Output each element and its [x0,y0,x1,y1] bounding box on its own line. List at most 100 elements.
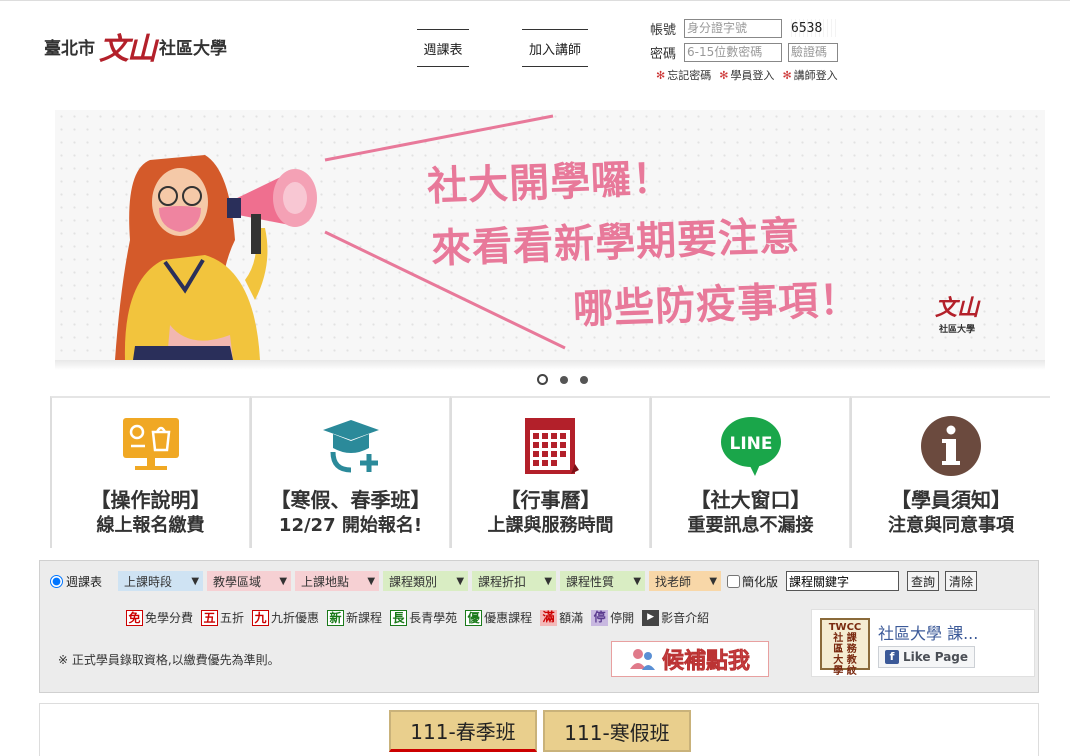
chevron-down-icon: ▼ [279,575,288,587]
legend-cancelled: 停停開 [591,609,634,626]
free-badge-icon: 免 [126,609,143,626]
tile-registration-title: 【寒假、春季班】 [270,488,431,512]
tile-line-subtitle: 重要訊息不漏接 [687,515,814,536]
senior-badge-icon: 長 [390,609,408,626]
select-course-discount[interactable]: 課程折扣 ▼ [472,571,557,591]
film-icon: ▶ [642,609,660,626]
student-login-link[interactable]: ✻ 學員登入 [719,67,774,83]
tile-notice-title: 【學員須知】 [891,488,1011,512]
banner-watermark-text: 社區大學 [939,325,976,335]
carousel-dots [537,374,588,385]
weekly-schedule-radio[interactable]: 週課表 [50,573,102,590]
carousel-dot-2[interactable] [560,375,568,384]
nav-weekly-schedule[interactable]: 週課表 [417,29,469,67]
tile-calendar[interactable]: 【行事曆】 上課與服務時間 [450,396,650,548]
calendar-icon [524,418,579,474]
top-border [0,0,1070,1]
select-time-slot[interactable]: 上課時段 ▼ [118,571,204,591]
tile-calendar-title: 【行事曆】 [500,488,601,512]
waitlist-button[interactable]: 候補點我 [611,641,769,677]
account-label: 帳號 [650,22,677,38]
chevron-down-icon: ▼ [709,575,718,587]
site-logo[interactable]: 臺北市 文山 社區大學 [44,26,227,67]
login-panel: 帳號 6538 密碼 ✻忘記密碼 ✻學員登入 ✻講師登入 [650,17,838,83]
banner-watermark-logo: 文山 社區大學 [935,290,979,335]
asterisk-icon: ✻ [719,69,729,82]
search-button[interactable]: 查詢 [907,571,940,591]
logo-city: 臺北市 [44,38,95,59]
select-course-category[interactable]: 課程類別 ▼ [383,571,469,591]
nav-join-teacher[interactable]: 加入講師 [522,29,588,67]
chevron-down-icon: ▼ [367,575,376,587]
quick-link-tiles: 【操作說明】 線上報名繳費 【寒假、春季班】 12/27 開始報名! 【行事曆】 [50,396,1050,548]
filter-row: 週課表 上課時段 ▼ 教學區域 ▼ 上課地點 ▼ 課程類別 ▼ 課程折扣 ▼ 課程性質 ▼ … [50,571,978,591]
select-find-teacher[interactable]: 找老師 ▼ [649,571,722,591]
login-links: ✻ 忘記密碼 ✻ 學員登入 ✻ 講師登入 [650,67,838,83]
simple-version-checkbox[interactable]: 簡化版 [727,573,778,590]
banner-line-1: 社大開學囉！ [426,155,674,211]
banner-watermark-mark: 文山 [935,295,980,321]
banner-shadow [55,360,1045,370]
captcha-input[interactable] [788,42,838,62]
half-off-badge-icon: 五 [201,609,219,626]
carousel-dot-3[interactable] [580,375,588,384]
password-label: 密碼 [650,46,677,62]
tab-winter-term[interactable]: 111-寒假班 [543,710,691,752]
captcha-image: 6538 [788,19,838,37]
carousel-dot-1[interactable] [537,374,548,385]
facebook-page-thumbnail[interactable]: TWCC 社 課區 務大 教學 紋 [820,618,870,677]
select-course-nature[interactable]: 課程性質 ▼ [560,571,646,591]
tile-notice-subtitle: 注意與同意事項 [888,515,1014,536]
legend-free: 免免學分費 [126,609,193,626]
simple-version-label: 簡化版 [742,574,779,589]
tab-spring-term[interactable]: 111-春季班 [389,710,537,752]
people-icon [629,649,655,670]
chevron-down-icon: ▼ [633,575,642,587]
tile-student-notice[interactable]: 【學員須知】 注意與同意事項 [850,396,1050,548]
course-legend: 免免學分費 五五折 九九折優惠 新新課程 長長青學苑 優優惠課程 滿額滿 停停開… [126,609,713,626]
chevron-down-icon: ▼ [544,575,553,587]
tile-line-title: 【社大窗口】 [690,488,811,512]
password-input[interactable] [684,42,782,62]
facebook-like-button[interactable]: f Like Page [878,646,976,668]
tile-instructions-title: 【操作說明】 [90,488,211,512]
cancelled-badge-icon: 停 [591,609,609,626]
teacher-login-link[interactable]: ✻ 講師登入 [782,67,837,83]
legend-discount: 優優惠課程 [465,609,532,626]
svg-text:LINE: LINE [729,434,772,454]
hero-banner[interactable]: 社大開學囉！ 來看看新學期要注意 哪些防疫事項！ 文山 社區大學 [55,110,1045,360]
logo-mark: 文山 [99,32,157,67]
clear-button[interactable]: 清除 [945,571,978,591]
weekly-schedule-radio-label: 週課表 [66,574,103,589]
term-panel: 111-春季班 111-寒假班 [39,703,1039,756]
forgot-password-link[interactable]: ✻ 忘記密碼 [656,67,711,83]
tile-registration[interactable]: 【寒假、春季班】 12/27 開始報名! [250,396,450,548]
shopping-screen-icon [122,418,179,470]
weekly-schedule-radio-input[interactable] [50,574,63,588]
asterisk-icon: ✻ [782,69,792,82]
keyword-input[interactable] [786,571,900,591]
waitlist-label: 候補點我 [661,649,751,675]
legend-full: 滿額滿 [540,609,583,626]
discount-badge-icon: 優 [465,609,483,626]
tile-instructions-subtitle: 線上報名繳費 [96,515,205,536]
legend-new: 新新課程 [327,609,382,626]
simple-version-checkbox-input[interactable] [727,574,741,588]
info-icon [921,416,981,476]
new-badge-icon: 新 [327,609,345,626]
select-location[interactable]: 上課地點 ▼ [295,571,380,591]
full-badge-icon: 滿 [540,609,558,626]
asterisk-icon: ✻ [656,69,666,82]
account-input[interactable] [684,18,782,38]
banner-line-3: 哪些防疫事項！ [572,277,861,333]
legend-senior: 長長青學苑 [390,609,457,626]
select-teaching-area[interactable]: 教學區域 ▼ [207,571,292,591]
facebook-page-widget: TWCC 社 課區 務大 教學 紋 社區大學 課... f Like Page [811,609,1035,677]
facebook-page-name[interactable]: 社區大學 課... [878,620,978,644]
tile-line-contact[interactable]: LINE 【社大窗口】 重要訊息不漏接 [650,396,850,548]
legend-ten-off: 九九折優惠 [252,609,319,626]
tile-instructions[interactable]: 【操作說明】 線上報名繳費 [50,396,250,548]
facebook-icon: f [885,650,899,664]
tile-registration-subtitle: 12/27 開始報名! [278,515,423,536]
legend-half-off: 五五折 [201,609,244,626]
